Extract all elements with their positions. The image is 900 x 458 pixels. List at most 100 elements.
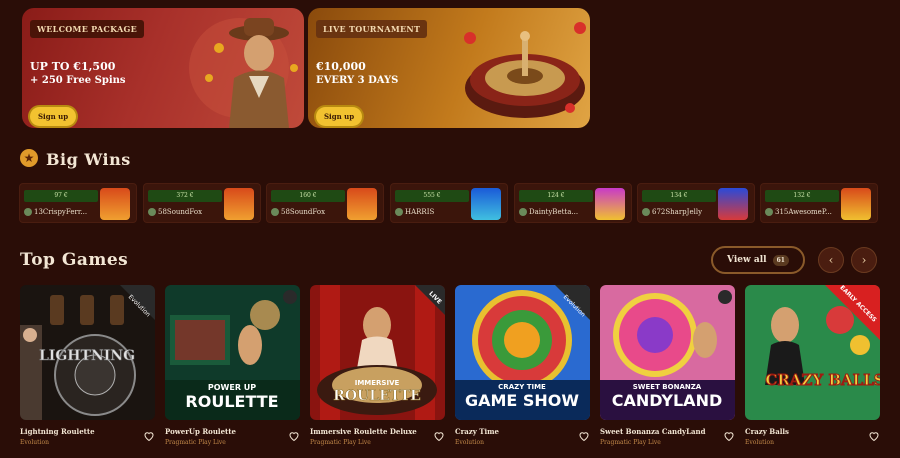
favorite-heart-icon[interactable] <box>578 430 590 442</box>
game-tile[interactable]: IMMERSIVE ROULETTE LIVE <box>310 285 445 420</box>
game-card[interactable]: POWER UP ROULETTE PowerUp Roulette Pragm… <box>165 285 300 446</box>
big-win-card[interactable]: 132 € 315AwesomeP... <box>760 183 878 223</box>
game-name: PowerUp Roulette <box>165 427 236 436</box>
game-provider: Evolution <box>455 439 484 446</box>
tile-subtitle: SWEET BONANZA <box>633 383 702 391</box>
avatar <box>271 208 279 216</box>
win-user: 58SoundFox <box>271 208 325 216</box>
game-card[interactable]: CRAZY TIME GAME SHOW Evolution Crazy Tim… <box>455 285 590 446</box>
favorite-heart-icon[interactable] <box>288 430 300 442</box>
game-artwork: IMMERSIVE ROULETTE LIVE <box>310 285 445 420</box>
game-thumbnail <box>471 188 501 220</box>
win-amount: 132 € <box>765 190 839 202</box>
big-win-card[interactable]: 555 € HARRIS <box>390 183 508 223</box>
win-amount: 160 € <box>271 190 345 202</box>
promo-headline: UP TO €1,500 <box>30 60 116 73</box>
game-provider: Pragmatic Play Live <box>600 439 661 446</box>
game-thumbnail <box>224 188 254 220</box>
game-tile[interactable]: CRAZY BALLS EARLY ACCESS <box>745 285 880 420</box>
game-artwork: POWER UP ROULETTE <box>165 285 300 420</box>
favorite-heart-icon[interactable] <box>868 430 880 442</box>
big-win-card[interactable]: 372 € 58SoundFox <box>143 183 261 223</box>
game-name: Crazy Balls <box>745 427 789 436</box>
star-icon: ★ <box>20 149 38 167</box>
big-win-card[interactable]: 134 € 672SharpJelly <box>637 183 755 223</box>
win-user: HARRIS <box>395 208 434 216</box>
tile-subtitle: POWER UP <box>208 383 256 392</box>
avatar <box>519 208 527 216</box>
chevron-right-icon: › <box>861 253 867 267</box>
tile-title: ROULETTE <box>185 392 278 411</box>
win-user: 13CrispyFerr... <box>24 208 87 216</box>
tile-title: ROULETTE <box>333 388 421 404</box>
carousel-next-button[interactable]: › <box>851 247 877 273</box>
game-provider: Evolution <box>745 439 774 446</box>
win-amount: 555 € <box>395 190 469 202</box>
big-wins-title: Big Wins <box>46 150 131 169</box>
live-tournament-banner[interactable]: Live Tournament €10,000 EVERY 3 DAYS Sig… <box>308 8 590 128</box>
avatar <box>24 208 32 216</box>
top-games-title: Top Games <box>20 250 129 270</box>
game-thumbnail <box>841 188 871 220</box>
game-artwork: CRAZY TIME GAME SHOW Evolution <box>455 285 590 420</box>
game-card[interactable]: CRAZY BALLS EARLY ACCESS Crazy Balls Evo… <box>745 285 880 446</box>
roulette-wheel-illustration <box>464 22 586 118</box>
win-user: DaintyBetta... <box>519 208 578 216</box>
game-card[interactable]: SWEET BONANZA CANDYLAND Sweet Bonanza Ca… <box>600 285 735 446</box>
win-amount: 97 € <box>24 190 98 202</box>
game-tile[interactable]: SWEET BONANZA CANDYLAND <box>600 285 735 420</box>
tile-subtitle: CRAZY TIME <box>498 383 546 391</box>
game-tile[interactable]: POWER UP ROULETTE <box>165 285 300 420</box>
carousel-prev-button[interactable]: ‹ <box>818 247 844 273</box>
win-user: 58SoundFox <box>148 208 202 216</box>
favorite-heart-icon[interactable] <box>723 430 735 442</box>
game-artwork: SWEET BONANZA CANDYLAND <box>600 285 735 420</box>
promo-subline: EVERY 3 DAYS <box>316 75 399 86</box>
games-count-badge: 61 <box>772 254 789 266</box>
signup-button[interactable]: Sign up <box>316 107 363 126</box>
signup-button[interactable]: Sign up <box>30 107 77 126</box>
tile-title: GAME SHOW <box>465 391 579 410</box>
game-thumbnail <box>347 188 377 220</box>
favorite-heart-icon[interactable] <box>433 430 445 442</box>
game-provider: Pragmatic Play Live <box>310 439 371 446</box>
tile-title: CANDYLAND <box>612 391 722 410</box>
big-win-card[interactable]: 160 € 58SoundFox <box>266 183 384 223</box>
game-name: Crazy Time <box>455 427 500 436</box>
win-user: 315AwesomeP... <box>765 208 832 216</box>
game-provider: Evolution <box>20 439 49 446</box>
game-card[interactable]: IMMERSIVE ROULETTE LIVE Immersive Roulet… <box>310 285 445 446</box>
promo-subline: + 250 Free Spins <box>30 75 126 86</box>
game-artwork: CRAZY BALLS EARLY ACCESS <box>745 285 880 420</box>
cowboy-illustration <box>189 18 298 128</box>
favorite-heart-icon[interactable] <box>143 430 155 442</box>
tile-subtitle: IMMERSIVE <box>355 379 400 387</box>
game-tile[interactable]: CRAZY TIME GAME SHOW Evolution <box>455 285 590 420</box>
game-name: Lightning Roulette <box>20 427 95 436</box>
game-artwork: LIGHTNING Evolution <box>20 285 155 420</box>
avatar <box>642 208 650 216</box>
avatar <box>148 208 156 216</box>
tile-title: LIGHTNING <box>39 348 135 364</box>
promo-tag: Welcome Package <box>30 20 145 38</box>
game-card[interactable]: LIGHTNING Evolution Lightning Roulette E… <box>20 285 155 446</box>
big-win-card[interactable]: 97 € 13CrispyFerr... <box>19 183 137 223</box>
win-user: 672SharpJelly <box>642 208 702 216</box>
big-win-card[interactable]: 124 € DaintyBetta... <box>514 183 632 223</box>
game-thumbnail <box>595 188 625 220</box>
game-tile[interactable]: LIGHTNING Evolution <box>20 285 155 420</box>
game-provider: Pragmatic Play Live <box>165 439 226 446</box>
avatar <box>765 208 773 216</box>
chevron-left-icon: ‹ <box>828 253 834 267</box>
avatar <box>395 208 403 216</box>
tile-title: CRAZY BALLS <box>765 371 880 389</box>
game-name: Sweet Bonanza CandyLand <box>600 427 706 436</box>
game-thumbnail <box>100 188 130 220</box>
promo-headline: €10,000 <box>316 60 366 73</box>
win-amount: 372 € <box>148 190 222 202</box>
win-amount: 124 € <box>519 190 593 202</box>
welcome-package-banner[interactable]: Welcome Package UP TO €1,500 + 250 Free … <box>22 8 304 128</box>
game-thumbnail <box>718 188 748 220</box>
view-all-button[interactable]: View all 61 <box>711 246 805 274</box>
promo-tag: Live Tournament <box>316 20 428 38</box>
